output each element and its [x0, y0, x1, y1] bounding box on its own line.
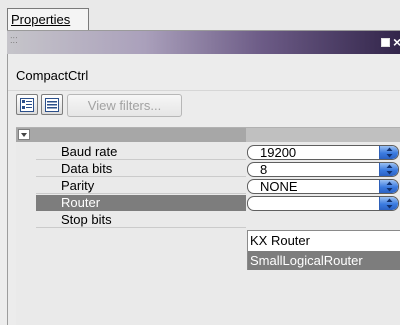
property-name: Stop bits [61, 212, 112, 227]
dropdown-arrows-icon[interactable] [379, 180, 398, 193]
property-row-baud-rate[interactable]: Baud rate 19200 [16, 144, 400, 160]
property-name: Data bits [61, 161, 113, 176]
grid-category-header [16, 128, 400, 142]
list-icon [45, 98, 59, 112]
dropdown-arrows-icon[interactable] [379, 146, 398, 159]
property-row-stop-bits[interactable]: Stop bits [16, 212, 400, 228]
divider [8, 90, 400, 91]
collapse-icon[interactable] [18, 129, 30, 140]
property-name: Router [61, 195, 101, 210]
dropdown-option[interactable]: KX Router [248, 231, 400, 250]
dropdown-arrows-icon[interactable] [379, 163, 398, 176]
row-separator [36, 227, 246, 228]
view-filters-button[interactable]: View filters... [67, 94, 182, 117]
alphabetical-view-button[interactable] [41, 94, 63, 115]
router-dropdown-list: KX Router SmallLogicalRouter [247, 230, 400, 270]
select-value: 19200 [260, 145, 297, 160]
property-row-router[interactable]: Router [16, 195, 400, 211]
property-row-data-bits[interactable]: Data bits 8 [16, 161, 400, 177]
restore-icon[interactable] [381, 38, 390, 47]
tab-properties[interactable]: Properties [7, 8, 89, 31]
property-name: Baud rate [61, 144, 118, 159]
row-separator [36, 193, 246, 194]
property-row-parity[interactable]: Parity NONE [16, 178, 400, 194]
categorized-list-icon [20, 98, 34, 112]
property-name: Parity [61, 178, 95, 193]
tab-strip: Properties [0, 0, 400, 31]
drag-grip-icon[interactable]: ⁚⁚⁚ [10, 36, 18, 46]
row-separator [36, 159, 246, 160]
dropdown-arrows-icon[interactable] [379, 197, 398, 210]
baud-rate-select[interactable]: 19200 [247, 145, 399, 160]
categorized-view-button[interactable] [16, 94, 38, 115]
parity-select[interactable]: NONE [247, 179, 399, 194]
router-select[interactable] [247, 196, 399, 211]
grid-header-value-column [246, 128, 400, 142]
row-separator [36, 176, 246, 177]
dropdown-option[interactable]: SmallLogicalRouter [248, 251, 400, 270]
property-grid: Baud rate 19200 Data bits 8 Parity NONE … [16, 127, 400, 325]
properties-panel: CompactCtrl View filters... Baud rate 19… [7, 54, 400, 325]
select-value: NONE [260, 179, 298, 194]
close-icon[interactable]: × [393, 33, 400, 51]
object-name: CompactCtrl [16, 68, 89, 83]
select-value: 8 [260, 162, 268, 177]
data-bits-select[interactable]: 8 [247, 162, 399, 177]
panel-titlebar[interactable]: ⁚⁚⁚ × [7, 30, 400, 54]
